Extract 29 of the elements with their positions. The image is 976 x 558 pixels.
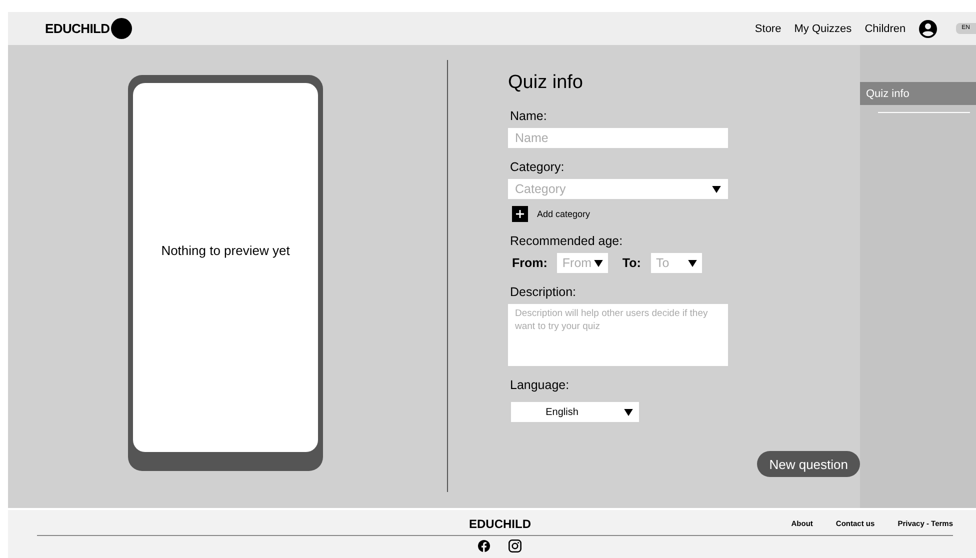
field-label: Recommended age: — [510, 234, 624, 248]
footer-brand: EDUCHILD — [469, 516, 531, 530]
logo-circle-icon — [110, 18, 132, 39]
nav-link[interactable]: Store — [754, 22, 782, 34]
logo-text[interactable]: EDUCHILD — [45, 21, 110, 36]
add-category-link[interactable]: Add category — [537, 209, 590, 219]
preview-message: Nothing to preview yet — [161, 243, 290, 258]
field-label: From: — [512, 256, 548, 270]
form-title: Quiz info — [508, 72, 584, 94]
new-question-button[interactable]: New question — [757, 451, 860, 477]
sidebar-tab[interactable]: Quiz info — [860, 82, 976, 105]
field-label: Language: — [510, 378, 570, 392]
nav-link[interactable]: Children — [864, 22, 906, 34]
field-label: Category: — [510, 160, 566, 174]
add-icon[interactable] — [512, 206, 528, 222]
caret-icon — [624, 408, 633, 416]
field-label: Description: — [510, 285, 577, 299]
description-field[interactable]: Description will help other users decide if they want to try your quiz — [508, 304, 728, 366]
instagram-icon[interactable] — [508, 539, 522, 553]
field-label: To: — [622, 256, 641, 270]
facebook-icon[interactable] — [478, 540, 490, 552]
caret-icon — [594, 260, 604, 266]
input-field[interactable]: Name — [508, 128, 728, 148]
language-dropdown[interactable]: English — [511, 402, 639, 422]
nav-link[interactable]: My Quizzes — [794, 22, 852, 34]
user-avatar-icon[interactable] — [918, 20, 937, 38]
caret-icon — [712, 186, 721, 192]
caret-icon — [688, 260, 697, 266]
field-label: Name: — [510, 109, 548, 123]
